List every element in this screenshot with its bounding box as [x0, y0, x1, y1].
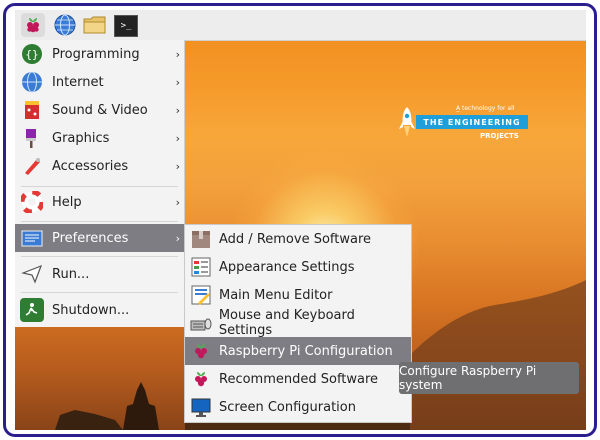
- submenu-item-label: Mouse and Keyboard Settings: [218, 308, 355, 338]
- menu-item-label: Preferences: [52, 230, 129, 246]
- menu-editor-icon: [189, 283, 213, 307]
- submenu-arrow: ›: [175, 231, 180, 245]
- programming-icon: {}: [20, 42, 44, 66]
- raspberry-menu-button[interactable]: [21, 13, 45, 37]
- menu-item-label: Run...: [52, 266, 90, 282]
- rocket-icon: [399, 107, 415, 137]
- submenu-item-main-menu-editor[interactable]: Main Menu Editor: [185, 281, 411, 309]
- main-menu: {} Programming › Internet › Sound & Vide…: [15, 40, 185, 327]
- menu-item-label: Internet: [52, 74, 104, 90]
- submenu-item-label: Screen Configuration: [219, 399, 356, 415]
- preferences-submenu: Add / Remove Software Appearance Setting…: [184, 224, 412, 423]
- graphics-icon: [20, 126, 44, 150]
- menu-item-graphics[interactable]: Graphics ›: [15, 124, 184, 152]
- submenu-item-label: Appearance Settings: [219, 259, 355, 275]
- taskbar: >_: [15, 10, 586, 41]
- menu-divider: [21, 221, 178, 222]
- keyboard-mouse-icon: [189, 311, 213, 335]
- menu-divider: [21, 186, 178, 187]
- terminal-launcher[interactable]: >_: [114, 15, 138, 37]
- desktop: A̲ technology for all THE ENGINEERING PR…: [15, 10, 586, 430]
- raspberry-icon: [189, 367, 213, 391]
- submenu-item-screen-configuration[interactable]: Screen Configuration: [185, 393, 411, 421]
- menu-item-accessories[interactable]: Accessories ›: [15, 152, 184, 180]
- appearance-icon: [189, 255, 213, 279]
- internet-icon: [20, 70, 44, 94]
- submenu-item-label: Add / Remove Software: [219, 231, 372, 247]
- globe-icon: [54, 14, 76, 36]
- monitor-icon: [189, 395, 213, 419]
- menu-item-run[interactable]: Run...: [15, 260, 184, 288]
- submenu-item-appearance-settings[interactable]: Appearance Settings: [185, 253, 411, 281]
- menu-item-label: Sound & Video: [52, 102, 148, 118]
- submenu-item-add-remove-software[interactable]: Add / Remove Software: [185, 225, 411, 253]
- submenu-arrow: ›: [175, 47, 180, 61]
- watermark-tagline: A̲ technology for all: [456, 105, 515, 112]
- menu-item-label: Accessories: [52, 158, 129, 174]
- submenu-arrow: ›: [175, 103, 180, 117]
- menu-item-label: Shutdown...: [52, 302, 130, 318]
- menu-item-programming[interactable]: {} Programming ›: [15, 40, 184, 68]
- sound-video-icon: [20, 98, 44, 122]
- shutdown-icon: [20, 298, 44, 322]
- watermark-title: THE ENGINEERING: [416, 115, 528, 129]
- menu-item-label: Graphics: [52, 130, 110, 146]
- menu-item-sound-video[interactable]: Sound & Video ›: [15, 96, 184, 124]
- accessories-icon: [20, 154, 44, 178]
- submenu-arrow: ›: [175, 195, 180, 209]
- menu-item-preferences[interactable]: Preferences ›: [15, 224, 184, 252]
- help-icon: [20, 190, 44, 214]
- submenu-item-raspberry-pi-configuration[interactable]: Raspberry Pi Configuration: [185, 337, 411, 365]
- watermark-logo: A̲ technology for all THE ENGINEERING PR…: [398, 105, 528, 147]
- menu-item-help[interactable]: Help ›: [15, 188, 184, 216]
- menu-item-label: Help: [52, 194, 82, 210]
- submenu-item-label: Recommended Software: [219, 371, 379, 387]
- preferences-icon: [20, 226, 44, 250]
- submenu-item-mouse-keyboard-settings[interactable]: Mouse and Keyboard Settings: [185, 308, 411, 338]
- menu-divider: [21, 292, 178, 293]
- menu-divider: [21, 256, 178, 257]
- package-icon: [189, 227, 213, 251]
- menu-item-shutdown[interactable]: Shutdown...: [15, 296, 184, 324]
- run-icon: [20, 262, 44, 286]
- terminal-icon: >_: [120, 21, 132, 31]
- submenu-item-recommended-software[interactable]: Recommended Software: [185, 365, 411, 393]
- raspberry-icon: [189, 339, 213, 363]
- menu-item-label: Programming: [52, 46, 140, 62]
- submenu-arrow: ›: [175, 159, 180, 173]
- submenu-arrow: ›: [175, 131, 180, 145]
- folder-icon: [83, 16, 106, 34]
- browser-launcher[interactable]: [53, 13, 77, 37]
- submenu-item-label: Main Menu Editor: [219, 287, 333, 303]
- menu-item-internet[interactable]: Internet ›: [15, 68, 184, 96]
- svg-text:{}: {}: [25, 48, 38, 61]
- submenu-item-label: Raspberry Pi Configuration: [219, 343, 393, 359]
- tooltip: Configure Raspberry Pi system: [399, 362, 579, 394]
- file-manager-launcher[interactable]: [83, 13, 107, 37]
- watermark-subtitle: PROJECTS: [480, 132, 519, 140]
- raspberry-icon: [27, 18, 39, 33]
- submenu-arrow: ›: [175, 75, 180, 89]
